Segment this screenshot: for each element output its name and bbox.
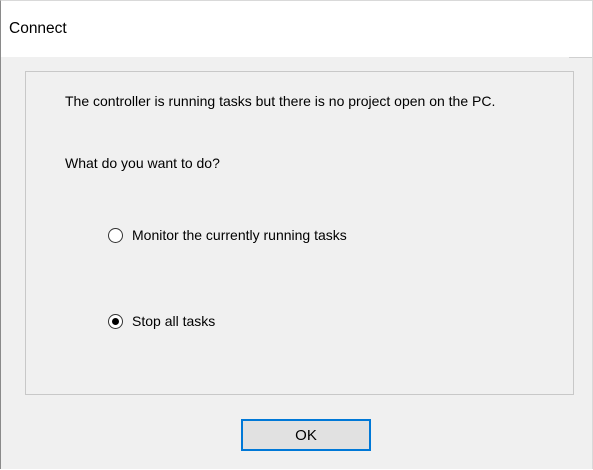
radio-selected-dot xyxy=(112,317,119,325)
stop-tasks-label[interactable]: Stop all tasks xyxy=(132,313,215,329)
monitor-tasks-label[interactable]: Monitor the currently running tasks xyxy=(132,227,347,243)
question-label: What do you want to do? xyxy=(65,155,220,171)
stop-tasks-option[interactable]: Stop all tasks xyxy=(108,313,215,329)
ok-button[interactable]: OK xyxy=(241,419,371,451)
status-message: The controller is running tasks but ther… xyxy=(65,93,496,109)
stop-tasks-radio[interactable] xyxy=(108,313,123,329)
title-divider xyxy=(569,57,592,58)
monitor-tasks-option[interactable]: Monitor the currently running tasks xyxy=(108,227,347,243)
window-title: Connect xyxy=(9,20,67,37)
monitor-tasks-radio[interactable] xyxy=(108,227,123,243)
title-bar[interactable]: Connect xyxy=(1,1,592,57)
connect-dialog: Connect The controller is running tasks … xyxy=(0,0,593,469)
